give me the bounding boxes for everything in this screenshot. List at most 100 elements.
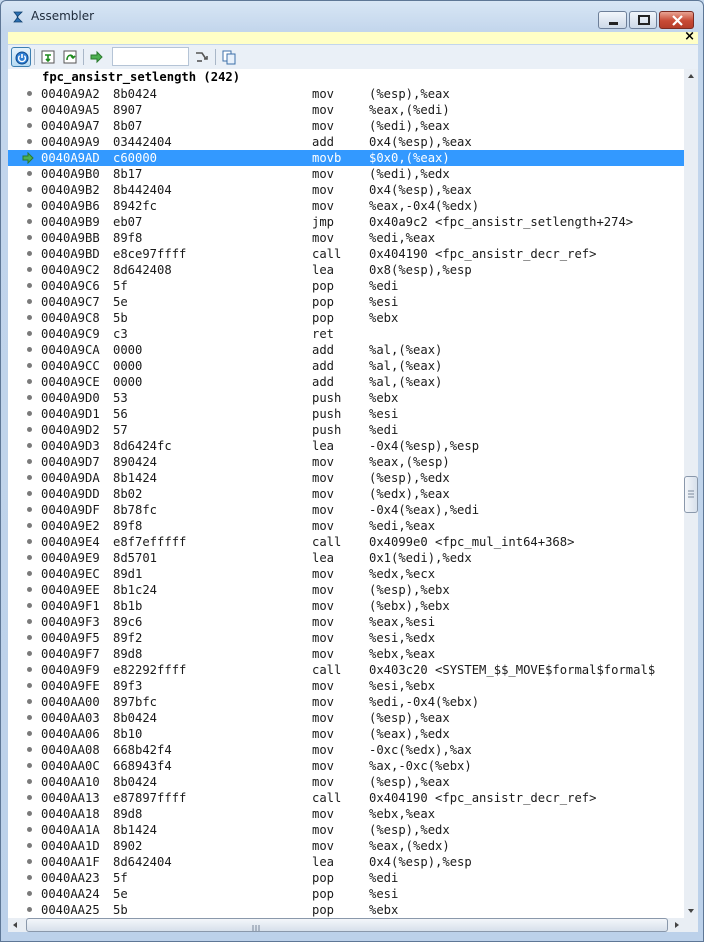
line-dot-icon[interactable] [27, 875, 32, 880]
asm-row[interactable]: 0040A9F1 8b1b mov (%ebx),%ebx [8, 598, 684, 614]
line-dot-icon[interactable] [27, 203, 32, 208]
maximize-button[interactable] [629, 11, 657, 29]
asm-row[interactable]: 0040AA06 8b10 mov (%eax),%edx [8, 726, 684, 742]
line-dot-icon[interactable] [27, 811, 32, 816]
horizontal-scrollbar[interactable] [8, 918, 684, 932]
line-dot-icon[interactable] [27, 523, 32, 528]
scroll-left-icon[interactable] [8, 918, 22, 932]
goto-current-button[interactable] [87, 47, 107, 67]
asm-row[interactable]: 0040A9B2 8b442404 mov 0x4(%esp),%eax [8, 182, 684, 198]
asm-row[interactable]: 0040A9D3 8d6424fc lea -0x4(%esp),%esp [8, 438, 684, 454]
asm-row[interactable]: 0040A9C7 5e pop %esi [8, 294, 684, 310]
asm-row[interactable]: 0040A9C9 c3 ret [8, 326, 684, 342]
asm-row[interactable]: 0040AA0C 668943f4 mov %ax,-0xc(%ebx) [8, 758, 684, 774]
line-dot-icon[interactable] [27, 475, 32, 480]
asm-row[interactable]: 0040AA00 897bfc mov %edi,-0x4(%ebx) [8, 694, 684, 710]
asm-row[interactable]: 0040A9B9 eb07 jmp 0x40a9c2 <fpc_ansistr_set… [8, 214, 684, 230]
asm-row[interactable]: 0040A9BB 89f8 mov %edi,%eax [8, 230, 684, 246]
asm-row[interactable]: 0040AA03 8b0424 mov (%esp),%eax [8, 710, 684, 726]
line-dot-icon[interactable] [27, 235, 32, 240]
asm-row[interactable]: 0040AA23 5f pop %edi [8, 870, 684, 886]
goto-address-input[interactable] [112, 47, 189, 66]
line-dot-icon[interactable] [27, 699, 32, 704]
line-dot-icon[interactable] [27, 187, 32, 192]
line-dot-icon[interactable] [27, 139, 32, 144]
line-dot-icon[interactable] [27, 731, 32, 736]
line-dot-icon[interactable] [27, 363, 32, 368]
asm-row[interactable]: 0040A9DD 8b02 mov (%edx),%eax [8, 486, 684, 502]
power-toggle-button[interactable] [11, 47, 31, 67]
disassembly-list[interactable]: fpc_ansistr_setlength (242) 0040A9A2 8b04… [8, 69, 684, 918]
title-bar[interactable]: Assembler [1, 1, 703, 31]
asm-row[interactable]: 0040AA1D 8902 mov %eax,(%edx) [8, 838, 684, 854]
asm-row[interactable]: 0040A9AD c60000 movb $0x0,(%eax) [8, 150, 684, 166]
line-dot-icon[interactable] [27, 427, 32, 432]
asm-row[interactable]: 0040AA25 5b pop %ebx [8, 902, 684, 918]
line-dot-icon[interactable] [27, 459, 32, 464]
line-dot-icon[interactable] [27, 747, 32, 752]
goto-address-button[interactable] [192, 47, 212, 67]
line-dot-icon[interactable] [27, 107, 32, 112]
line-dot-icon[interactable] [27, 443, 32, 448]
line-dot-icon[interactable] [27, 411, 32, 416]
line-dot-icon[interactable] [27, 507, 32, 512]
asm-row[interactable]: 0040A9F5 89f2 mov %esi,%edx [8, 630, 684, 646]
line-dot-icon[interactable] [27, 891, 32, 896]
asm-row[interactable]: 0040AA24 5e pop %esi [8, 886, 684, 902]
asm-row[interactable]: 0040A9A9 03442404 add 0x4(%esp),%eax [8, 134, 684, 150]
line-dot-icon[interactable] [27, 315, 32, 320]
scroll-up-icon[interactable] [684, 69, 698, 83]
scroll-right-icon[interactable] [670, 918, 684, 932]
asm-row[interactable]: 0040A9DF 8b78fc mov -0x4(%eax),%edi [8, 502, 684, 518]
asm-row[interactable]: 0040A9D2 57 push %edi [8, 422, 684, 438]
line-dot-icon[interactable] [27, 395, 32, 400]
asm-row[interactable]: 0040A9F3 89c6 mov %eax,%esi [8, 614, 684, 630]
vertical-scrollbar[interactable] [684, 69, 698, 918]
line-dot-icon[interactable] [27, 379, 32, 384]
asm-row[interactable]: 0040A9CC 0000 add %al,(%eax) [8, 358, 684, 374]
asm-row[interactable]: 0040A9EE 8b1c24 mov (%esp),%ebx [8, 582, 684, 598]
asm-row[interactable]: 0040AA13 e87897ffff call 0x404190 <fpc_ansi… [8, 790, 684, 806]
line-dot-icon[interactable] [27, 299, 32, 304]
asm-row[interactable]: 0040A9C2 8d642408 lea 0x8(%esp),%esp [8, 262, 684, 278]
line-dot-icon[interactable] [27, 347, 32, 352]
line-dot-icon[interactable] [27, 91, 32, 96]
asm-row[interactable]: 0040A9FE 89f3 mov %esi,%ebx [8, 678, 684, 694]
asm-row[interactable]: 0040AA1F 8d642404 lea 0x4(%esp),%esp [8, 854, 684, 870]
line-dot-icon[interactable] [27, 123, 32, 128]
line-dot-icon[interactable] [27, 843, 32, 848]
line-dot-icon[interactable] [27, 283, 32, 288]
line-dot-icon[interactable] [27, 795, 32, 800]
asm-row[interactable]: 0040A9A5 8907 mov %eax,(%edi) [8, 102, 684, 118]
asm-row[interactable]: 0040AA10 8b0424 mov (%esp),%eax [8, 774, 684, 790]
asm-row[interactable]: 0040A9F7 89d8 mov %ebx,%eax [8, 646, 684, 662]
line-dot-icon[interactable] [27, 651, 32, 656]
line-dot-icon[interactable] [27, 587, 32, 592]
line-dot-icon[interactable] [27, 251, 32, 256]
step-into-button[interactable] [38, 47, 58, 67]
asm-row[interactable]: 0040A9D1 56 push %esi [8, 406, 684, 422]
asm-row[interactable]: 0040A9C6 5f pop %edi [8, 278, 684, 294]
asm-row[interactable]: 0040A9BD e8ce97ffff call 0x404190 <fpc_ansi… [8, 246, 684, 262]
line-dot-icon[interactable] [27, 763, 32, 768]
asm-row[interactable]: 0040A9B6 8942fc mov %eax,-0x4(%edx) [8, 198, 684, 214]
close-window-button[interactable] [659, 11, 694, 29]
asm-row[interactable]: 0040A9A7 8b07 mov (%edi),%eax [8, 118, 684, 134]
asm-row[interactable]: 0040A9E9 8d5701 lea 0x1(%edi),%edx [8, 550, 684, 566]
asm-row[interactable]: 0040A9D0 53 push %ebx [8, 390, 684, 406]
size-grip[interactable] [684, 918, 698, 932]
step-over-button[interactable] [60, 47, 80, 67]
line-dot-icon[interactable] [27, 539, 32, 544]
asm-row[interactable]: 0040A9C8 5b pop %ebx [8, 310, 684, 326]
close-infobar-button[interactable]: × [684, 29, 695, 44]
vertical-scroll-thumb[interactable] [684, 476, 698, 513]
line-dot-icon[interactable] [27, 859, 32, 864]
asm-row[interactable]: 0040A9EC 89d1 mov %edx,%ecx [8, 566, 684, 582]
line-dot-icon[interactable] [27, 603, 32, 608]
line-dot-icon[interactable] [27, 571, 32, 576]
line-dot-icon[interactable] [27, 667, 32, 672]
asm-row[interactable]: 0040A9DA 8b1424 mov (%esp),%edx [8, 470, 684, 486]
line-dot-icon[interactable] [27, 779, 32, 784]
line-dot-icon[interactable] [27, 907, 32, 912]
asm-row[interactable]: 0040A9A2 8b0424 mov (%esp),%eax [8, 86, 684, 102]
